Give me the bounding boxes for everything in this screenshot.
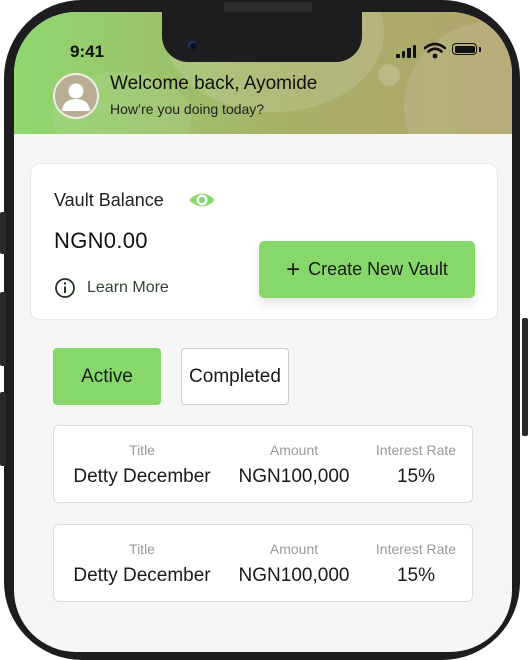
title-header: Title xyxy=(129,442,155,458)
vault-interest-rate: 15% xyxy=(396,466,436,487)
vault-list-item[interactable]: Title Detty December Amount NGN100,000 I… xyxy=(53,425,473,503)
tab-completed[interactable]: Completed xyxy=(181,348,289,405)
welcome-heading: Welcome back, Ayomide xyxy=(110,73,318,94)
amount-column: Amount NGN100,000 xyxy=(230,525,358,601)
tab-active[interactable]: Active xyxy=(53,348,161,405)
title-column: Title Detty December xyxy=(54,525,230,601)
title-column: Title Detty December xyxy=(54,426,230,502)
mute-switch xyxy=(0,212,6,254)
power-button xyxy=(522,318,528,436)
app-screen: 9:41 Welcome back, Ayomide How’re you do… xyxy=(14,12,512,652)
rate-column: Interest Rate 15% xyxy=(358,525,474,601)
battery-icon xyxy=(452,43,482,57)
welcome-subtitle: How’re you doing today? xyxy=(110,101,265,117)
learn-more-link[interactable]: Learn More xyxy=(87,279,169,297)
vault-balance-card: Vault Balance NGN0.00 Learn More + Creat… xyxy=(30,163,498,320)
title-header: Title xyxy=(129,541,155,557)
vault-list-item[interactable]: Title Detty December Amount NGN100,000 I… xyxy=(53,524,473,602)
amount-header: Amount xyxy=(269,442,319,458)
dynamic-island xyxy=(162,12,362,62)
front-camera xyxy=(188,41,197,50)
interest-rate-header: Interest Rate xyxy=(375,442,457,458)
avatar[interactable] xyxy=(53,73,99,119)
vault-balance-amount: NGN0.00 xyxy=(54,228,148,253)
amount-header: Amount xyxy=(269,541,319,557)
rate-column: Interest Rate 15% xyxy=(358,426,474,502)
wifi-icon xyxy=(424,42,446,59)
status-icons xyxy=(396,42,486,59)
interest-rate-header: Interest Rate xyxy=(375,541,457,557)
vault-interest-rate: 15% xyxy=(396,565,436,586)
status-time: 9:41 xyxy=(70,42,105,61)
vault-balance-label: Vault Balance xyxy=(54,190,164,210)
plus-icon: + xyxy=(286,255,301,283)
volume-down-button xyxy=(0,392,6,466)
vault-title: Detty December xyxy=(73,466,211,487)
vault-amount: NGN100,000 xyxy=(238,565,350,586)
vault-title: Detty December xyxy=(73,565,211,586)
avatar-icon xyxy=(62,83,90,111)
decorative-circle xyxy=(378,64,400,86)
create-new-vault-button[interactable]: + Create New Vault xyxy=(259,241,475,298)
eye-icon[interactable] xyxy=(187,190,217,210)
volume-up-button xyxy=(0,292,6,366)
create-new-vault-label: Create New Vault xyxy=(308,259,448,279)
signal-icon xyxy=(396,44,420,58)
amount-column: Amount NGN100,000 xyxy=(230,426,358,502)
vault-amount: NGN100,000 xyxy=(238,466,350,487)
decorative-circle xyxy=(404,22,512,134)
info-icon xyxy=(55,278,75,298)
